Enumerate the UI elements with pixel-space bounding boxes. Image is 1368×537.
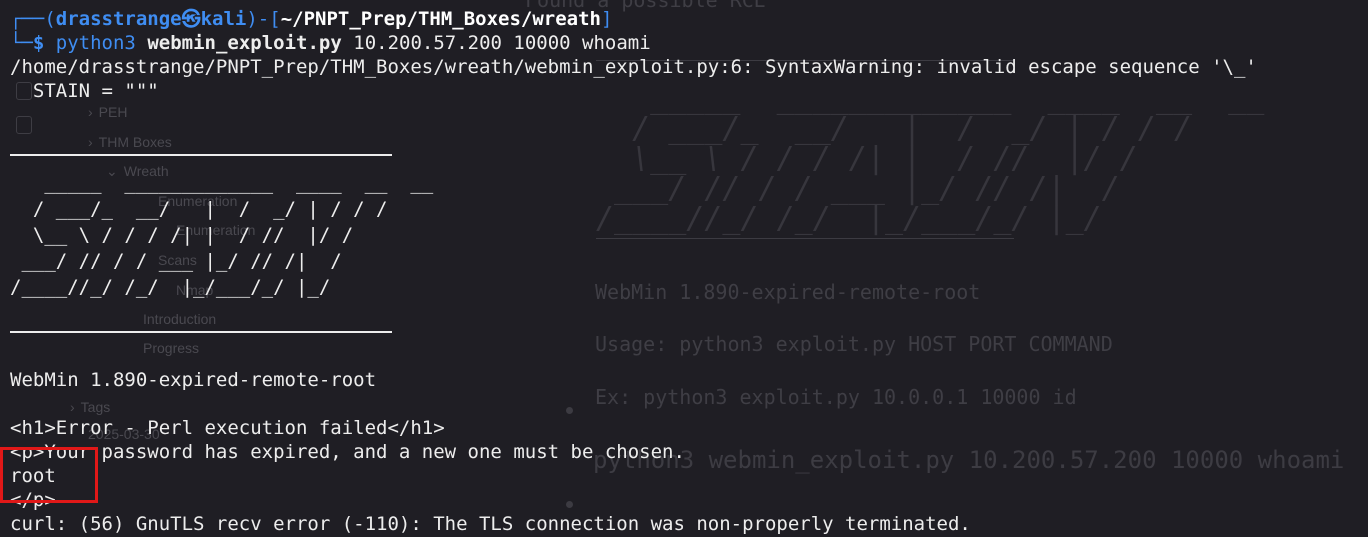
output-line: <p>Your password has expired, and a new … (10, 441, 685, 463)
sidebar-item-tags: › Tags (70, 399, 111, 415)
note-rule-bottom (596, 238, 1014, 239)
prompt-user-host: drasstrange㉿kali (55, 8, 247, 30)
note-ascii-art: _____ _____________ ____ __ __ / ___/_ _… (596, 81, 1265, 236)
banner-ascii-art: _____ _____________ ____ __ __ / ___/_ _… (10, 172, 434, 298)
highlight-box (0, 447, 98, 503)
bullet-icon (566, 501, 573, 508)
sidebar-item-introduction: Introduction (143, 311, 217, 327)
bullet-icon (566, 407, 573, 414)
note-title: WebMin 1.890-expired-remote-root (595, 280, 981, 304)
prompt-line-1: ┌──(drasstrange㉿kali)-[~/PNPT_Prep/THM_B… (10, 8, 613, 30)
output-line: <h1>Error - Perl execution failed</h1> (10, 417, 445, 439)
prompt-symbol: $ (32, 32, 45, 54)
command-args: 10.200.57.200 10000 whoami (353, 32, 651, 54)
sidebar-item-peh: › PEH (88, 104, 128, 120)
stain-line: STAIN = """ (10, 80, 159, 102)
banner-rule-top (10, 154, 392, 156)
note-example: Ex: python3 exploit.py 10.0.0.1 10000 id (595, 385, 1077, 409)
prompt-cwd: ~/PNPT_Prep/THM_Boxes/wreath (280, 8, 601, 30)
note-command: python3 webmin_exploit.py 10.200.57.200 … (593, 446, 1345, 474)
sidebar-item-progress: Progress (143, 340, 200, 356)
banner-rule-bottom (10, 331, 392, 333)
sidebar-item-thm-boxes: › THM Boxes (88, 134, 172, 150)
command-script: webmin_exploit.py (147, 32, 342, 54)
syntax-warning: /home/drasstrange/PNPT_Prep/THM_Boxes/wr… (10, 56, 1257, 78)
curl-error-line: curl: (56) GnuTLS recv error (-110): The… (10, 513, 971, 535)
banner-title: WebMin 1.890-expired-remote-root (10, 369, 377, 391)
command-program: python3 (55, 32, 136, 54)
copy-icon (16, 116, 32, 134)
note-usage: Usage: python3 exploit.py HOST PORT COMM… (595, 332, 1113, 356)
prompt-line-2: └─$ python3 webmin_exploit.py 10.200.57.… (10, 32, 651, 54)
